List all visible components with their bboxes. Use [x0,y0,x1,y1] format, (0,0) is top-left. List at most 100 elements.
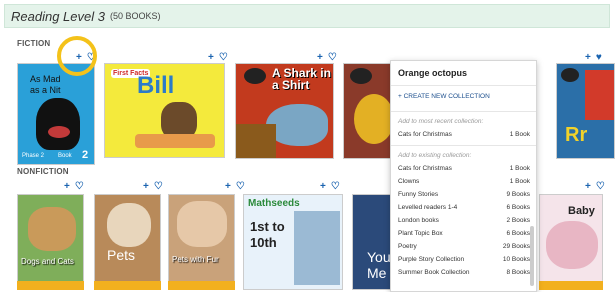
favorite-heart-icon[interactable]: ♥ [596,52,602,63]
octopus-image [354,94,390,144]
collection-header: Reading Level 3 (50 BOOKS) [4,4,610,28]
book-title: Rr [565,124,588,146]
book-actions: + ♡ [320,181,340,192]
book-title-line2: Me [367,265,387,281]
child-and-pet-image [177,201,227,247]
collection-item[interactable]: Funny Stories 9 Books [398,191,530,198]
book-actions: + ♡ [64,181,84,192]
book-title: Dogs and Cats [21,257,74,266]
book-title-line1: As Mad [30,74,61,84]
collection-item[interactable]: Summer Book Collection 8 Books [398,269,530,276]
add-to-collection-icon[interactable]: + [317,52,323,63]
recent-hint: Add to most recent collection: [398,118,484,125]
collection-name: Summer Book Collection [398,269,470,276]
divider [391,111,536,112]
popup-book-title: Orange octopus [398,68,468,78]
background-image [236,124,276,158]
collection-item[interactable]: Purple Story Collection 10 Books [398,256,530,263]
book-cover-pets-with-fur[interactable]: Pets with Fur [168,194,235,290]
collection-count: 8 Books [506,269,531,276]
collection-count: 10 Books [502,256,530,263]
book-cover-bill[interactable]: First Facts Bill [104,63,225,158]
book-cover-baby[interactable]: Baby [539,194,603,290]
recent-collection-item[interactable]: Cats for Christmas 1 Book [398,131,530,138]
favorite-heart-icon[interactable]: ♡ [596,181,605,192]
create-new-collection-label: CREATE NEW COLLECTION [403,93,490,100]
book-count: (50 BOOKS) [109,11,161,21]
book-cover-1st-to-10th[interactable]: Mathseeds 1st to 10th [243,194,343,290]
book-cover-rr[interactable]: Rr [556,63,615,159]
add-to-collection-icon[interactable]: + [64,181,70,192]
collection-item[interactable]: Cats for Christmas 1 Book [398,165,530,172]
collection-name: Funny Stories [398,191,439,198]
add-to-collection-popup: Orange octopus + CREATE NEW COLLECTION A… [390,60,537,292]
section-nonfiction-label: NONFICTION [17,167,69,176]
add-to-collection-icon[interactable]: + [585,181,591,192]
collection-name: Purple Story Collection [398,256,465,263]
collection-item[interactable]: Plant Topic Box 6 Books [398,230,530,237]
collection-count: 1 Book [509,178,530,185]
popup-scrollbar[interactable] [530,226,534,286]
nit-character-image [36,98,80,150]
favorite-heart-icon[interactable]: ♡ [154,181,163,192]
book-title: Pets [107,247,136,263]
add-to-collection-icon[interactable]: + [225,181,231,192]
book-actions: + ♥ [585,52,602,63]
plus-icon: + [398,93,402,100]
book-cover-a-shark-in-a-shirt[interactable]: A Shark in a Shirt [235,63,334,159]
collection-name: Levelled readers 1-4 [398,204,458,211]
book-number: 2 [82,149,89,161]
dog-image [28,207,76,251]
collection-item[interactable]: London books 2 Books [398,217,530,224]
collection-name: Cats for Christmas [398,131,452,138]
collection-count: 1 Book [509,165,530,172]
book-actions: + ♡ [317,52,337,63]
phase-label: Phase 2 [22,153,45,159]
highlight-circle [57,36,97,76]
collection-name: Plant Topic Box [398,230,443,237]
collection-item[interactable]: Clowns 1 Book [398,178,530,185]
favorite-heart-icon[interactable]: ♡ [236,181,245,192]
collection-count: 1 Book [509,131,530,138]
series-logo [350,68,372,84]
favorite-heart-icon[interactable]: ♡ [219,52,228,63]
level-color-strip [539,281,603,290]
add-to-collection-icon[interactable]: + [585,52,591,63]
book-cover-you-and-me[interactable]: You Me [352,194,392,290]
collection-item[interactable]: Poetry 29 Books [398,243,530,250]
book-actions: + ♡ [208,52,228,63]
book-cover-pets[interactable]: Pets [94,194,161,290]
brand-title: Mathseeds [248,198,300,209]
series-logo [561,68,579,82]
collection-title: Reading Level 3 [11,8,105,24]
book-title-line1: You [367,249,391,265]
level-color-strip [17,281,84,290]
collection-name: Clowns [398,178,420,185]
collection-count: 29 Books [502,243,530,250]
level-color-strip [168,281,235,290]
divider [391,145,536,146]
collection-item[interactable]: Levelled readers 1-4 6 Books [398,204,530,211]
favorite-heart-icon[interactable]: ♡ [331,181,340,192]
mat-image [135,134,215,148]
collection-name: Poetry [398,243,417,250]
divider [391,85,536,86]
book-title: Bill [137,72,175,99]
book-title-line2: 10th [250,235,277,250]
book-cover-orange-octopus[interactable] [343,63,391,159]
create-new-collection-button[interactable]: + CREATE NEW COLLECTION [398,93,490,100]
book-label: Book [58,153,72,159]
series-logo [244,68,266,84]
collection-count: 9 Books [506,191,531,198]
collection-name: London books [398,217,439,224]
favorite-heart-icon[interactable]: ♡ [328,52,337,63]
add-to-collection-icon[interactable]: + [320,181,326,192]
add-to-collection-icon[interactable]: + [208,52,214,63]
cover-art-image [585,70,614,120]
favorite-heart-icon[interactable]: ♡ [75,181,84,192]
add-to-collection-icon[interactable]: + [143,181,149,192]
collection-count: 6 Books [506,204,531,211]
book-cover-as-mad-as-a-nit[interactable]: As Mad as a Nit Phase 2 Book 2 [17,63,95,165]
book-title: A Shark in a Shirt [272,66,331,92]
book-cover-dogs-and-cats[interactable]: Dogs and Cats [17,194,84,290]
